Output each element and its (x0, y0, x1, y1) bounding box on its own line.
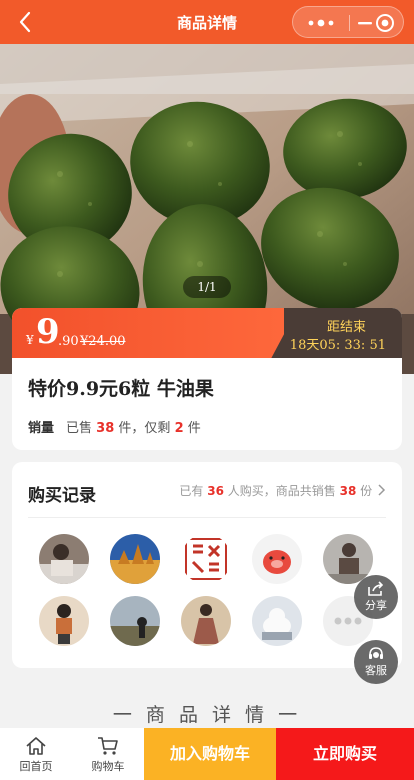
share-button[interactable]: 分享 (354, 575, 398, 619)
cart-icon (98, 737, 118, 755)
product-name: 特价9.9元6粒 牛油果 (28, 378, 214, 400)
price-integer: 9 (36, 312, 60, 352)
buyer-avatar[interactable] (110, 596, 160, 646)
sales-info: 销量 已售 38 件，仅剩 2 件 (28, 417, 201, 436)
records-info-prefix: 已有 (179, 484, 204, 498)
minimize-icon[interactable] (357, 15, 373, 31)
headset-icon (369, 647, 383, 659)
home-label: 回首页 (19, 760, 53, 773)
original-price: ¥24.00 (80, 334, 126, 349)
buyer-avatar[interactable] (39, 534, 89, 584)
sales-label: 销量 (28, 421, 55, 436)
detail-section-title: 一 商 品 详 情 一 (112, 704, 302, 726)
buyer-avatar[interactable] (252, 534, 302, 584)
buyer-avatar[interactable] (110, 534, 160, 584)
share-icon (368, 581, 384, 596)
add-to-cart-button[interactable]: 加入购物车 (144, 728, 276, 780)
remaining-count: 2 (174, 421, 184, 436)
share-label: 分享 (365, 599, 387, 612)
image-pager: 1/1 (183, 276, 231, 298)
remaining-suffix: 件 (187, 421, 201, 436)
cart-tab[interactable]: 购物车 (72, 728, 144, 780)
capsule-divider (349, 15, 350, 31)
buy-now-button[interactable]: 立即购买 (276, 728, 414, 780)
buyer-avatar[interactable] (181, 596, 231, 646)
total-sold: 38 (339, 484, 357, 498)
records-divider (28, 517, 386, 518)
buyer-avatar[interactable] (252, 596, 302, 646)
buyer-avatar[interactable] (39, 596, 89, 646)
home-icon (26, 737, 46, 755)
records-title: 购买记录 (28, 486, 96, 506)
bottom-action-bar: 回首页 购物车 加入购物车 立即购买 (0, 728, 414, 780)
close-circle-icon[interactable] (375, 13, 395, 33)
buyer-count: 36 (207, 484, 224, 498)
countdown-time: 18天05: 33: 51 (289, 338, 386, 353)
sold-mid: 件，仅剩 (118, 421, 171, 436)
sold-prefix: 已售 (66, 421, 93, 436)
more-dots-icon[interactable] (303, 15, 339, 31)
cart-label: 购物车 (91, 760, 125, 773)
currency-symbol: ¥ (26, 333, 34, 347)
chevron-right-icon (378, 484, 386, 496)
countdown-label: 距结束 (326, 320, 366, 335)
records-info-mid: 人购买，商品共销售 (227, 484, 336, 498)
nav-bar: 商品详情 (0, 0, 414, 44)
price-decimal: .90 (58, 334, 79, 349)
service-label: 客服 (365, 664, 387, 677)
buyer-avatar[interactable] (181, 534, 231, 584)
customer-service-button[interactable]: 客服 (354, 640, 398, 684)
price-band: ¥ 9 .90 ¥24.00 距结束 18天05: 33: 51 (12, 308, 402, 358)
records-summary[interactable]: 已有 36 人购买，商品共销售 38 份 (179, 482, 386, 499)
sold-count: 38 (96, 421, 115, 436)
home-tab[interactable]: 回首页 (0, 728, 72, 780)
mini-program-capsule (292, 6, 404, 38)
records-info-suffix: 份 (360, 484, 373, 498)
